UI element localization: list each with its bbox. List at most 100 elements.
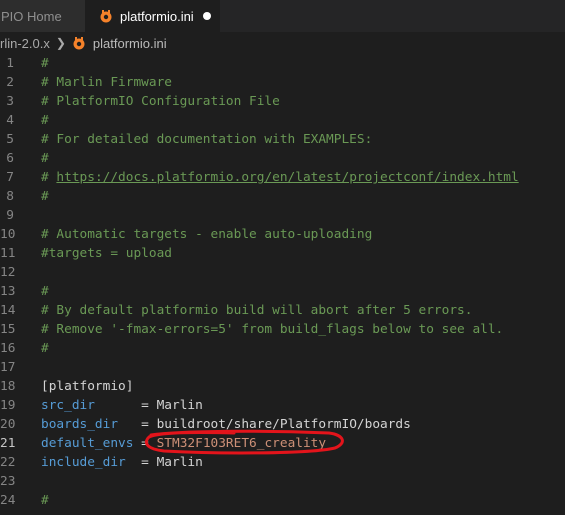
line-number: 24: [0, 493, 16, 508]
breadcrumb-folder[interactable]: rlin-2.0.x: [0, 36, 50, 51]
code-line[interactable]: 14 # By default platformio build will abo…: [0, 301, 565, 320]
code-line[interactable]: 2 # Marlin Firmware: [0, 73, 565, 92]
line-content: # Remove '-fmax-errors=5' from build_fla…: [41, 320, 503, 339]
line-number: 17: [0, 360, 16, 375]
code-line[interactable]: 23: [0, 472, 565, 491]
line-number: 15: [0, 322, 16, 337]
line-content: # Marlin Firmware: [41, 73, 172, 92]
line-number: 18: [0, 379, 16, 394]
code-line[interactable]: 12: [0, 263, 565, 282]
code-line[interactable]: 22 include_dir = Marlin: [0, 453, 565, 472]
tab-platformio-ini[interactable]: platformio.ini: [85, 0, 220, 32]
tab-label: PIO Home: [1, 8, 62, 24]
line-content: src_dir = Marlin: [41, 396, 203, 415]
code-line[interactable]: 17: [0, 358, 565, 377]
comment-text: #: [41, 341, 49, 356]
line-number: 22: [0, 455, 16, 470]
tab-bar: PIO Home platformio.ini: [0, 0, 565, 32]
line-number: 23: [0, 474, 16, 489]
tab-pio-home[interactable]: PIO Home: [0, 0, 85, 32]
chevron-right-icon: ❯: [55, 36, 66, 50]
code-line[interactable]: 15 # Remove '-fmax-errors=5' from build_f…: [0, 320, 565, 339]
comment-text: #: [41, 189, 49, 204]
code-line[interactable]: 4 #: [0, 111, 565, 130]
code-line[interactable]: 5 # For detailed documentation with EXAMP…: [0, 130, 565, 149]
line-number: 14: [0, 303, 16, 318]
comment-text: #: [41, 493, 49, 508]
docs-link[interactable]: https://docs.platformio.org/en/latest/pr…: [56, 170, 518, 185]
code-line[interactable]: 21 default_envs = STM32F103RET6_creality: [0, 434, 565, 453]
line-content: #targets = upload: [41, 244, 172, 263]
equals-sign: =: [141, 398, 157, 413]
config-value: buildroot/share/PlatformIO/boards: [156, 417, 411, 432]
config-key: src_dir: [41, 398, 95, 413]
platformio-icon: [99, 9, 113, 23]
comment-text: #: [41, 113, 49, 128]
code-line[interactable]: 13 #: [0, 282, 565, 301]
code-line[interactable]: 20 boards_dir = buildroot/share/PlatformI…: [0, 415, 565, 434]
code-line[interactable]: 7 # https://docs.platformio.org/en/latest…: [0, 168, 565, 187]
code-line[interactable]: 19 src_dir = Marlin: [0, 396, 565, 415]
line-content: # PlatformIO Configuration File: [41, 92, 280, 111]
code-line[interactable]: 24 #: [0, 491, 565, 510]
line-number: 10: [0, 227, 16, 242]
line-content: #: [41, 54, 49, 73]
code-line[interactable]: 8 #: [0, 187, 565, 206]
line-content: include_dir = Marlin: [41, 453, 203, 472]
line-number: 2: [6, 75, 14, 90]
platformio-icon: [72, 36, 86, 50]
key-padding: [118, 417, 141, 432]
section-header: [platformio]: [41, 379, 134, 394]
line-number: 13: [0, 284, 16, 299]
comment-text: # PlatformIO Configuration File: [41, 94, 280, 109]
equals-sign: =: [141, 455, 157, 470]
line-content: # For detailed documentation with EXAMPL…: [41, 130, 372, 149]
comment-text: # By default platformio build will abort…: [41, 303, 473, 318]
equals-sign: =: [141, 436, 157, 451]
key-padding: [126, 455, 141, 470]
comment-text: # Remove '-fmax-errors=5' from build_fla…: [41, 322, 504, 337]
line-number: 1: [6, 56, 14, 71]
comment-text: # For detailed documentation with EXAMPL…: [41, 132, 373, 147]
unsaved-dot-icon[interactable]: [202, 12, 211, 20]
breadcrumb: rlin-2.0.x ❯ platformio.ini: [0, 32, 565, 54]
code-line[interactable]: 9: [0, 206, 565, 225]
tab-label: platformio.ini: [120, 8, 194, 24]
line-number: 7: [6, 170, 14, 185]
config-key: include_dir: [41, 455, 126, 470]
config-key: boards_dir: [41, 417, 119, 432]
config-value: Marlin: [156, 398, 203, 413]
breadcrumb-file-label: platformio.ini: [92, 35, 167, 51]
line-number: 3: [6, 94, 14, 109]
line-number: 12: [0, 265, 16, 280]
code-line[interactable]: 16 #: [0, 339, 565, 358]
line-number: 6: [6, 151, 14, 166]
comment-text: #: [41, 170, 57, 185]
comment-text: #: [41, 56, 49, 71]
line-content: default_envs = STM32F103RET6_creality: [41, 434, 326, 453]
line-content: #: [41, 187, 49, 206]
config-value: Marlin: [156, 455, 203, 470]
line-number: 16: [0, 341, 16, 356]
code-line[interactable]: 3 # PlatformIO Configuration File: [0, 92, 565, 111]
code-line[interactable]: 10 # Automatic targets - enable auto-uplo…: [0, 225, 565, 244]
code-line[interactable]: 18 [platformio]: [0, 377, 565, 396]
comment-text: #targets = upload: [41, 246, 172, 261]
code-line[interactable]: 11 #targets = upload: [0, 244, 565, 263]
line-number: 9: [6, 208, 14, 223]
line-content: #: [41, 111, 49, 130]
config-key: default_envs: [41, 436, 134, 451]
config-value: STM32F103RET6_creality: [156, 436, 327, 451]
line-number: 20: [0, 417, 16, 432]
line-content: # https://docs.platformio.org/en/latest/…: [41, 168, 519, 187]
comment-text: # Automatic targets - enable auto-upload…: [41, 227, 373, 242]
code-line[interactable]: 6 #: [0, 149, 565, 168]
key-padding: [133, 436, 141, 451]
breadcrumb-file[interactable]: platformio.ini: [72, 36, 167, 51]
code-editor[interactable]: 1 #2 # Marlin Firmware 3 # PlatformIO Config…: [0, 54, 565, 515]
code-line[interactable]: 1 #: [0, 54, 565, 73]
line-number: 8: [6, 189, 14, 204]
line-content: [platformio]: [41, 377, 133, 396]
line-content: boards_dir = buildroot/share/PlatformIO/…: [41, 415, 411, 434]
line-number: 5: [6, 132, 14, 147]
